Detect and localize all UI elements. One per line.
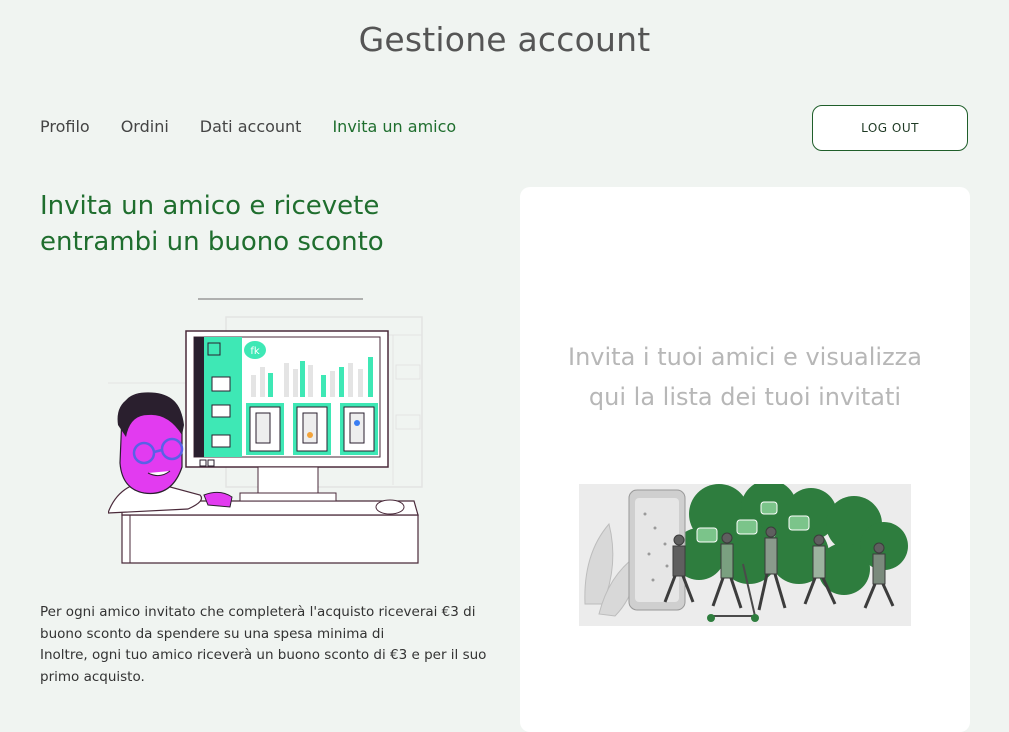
tab-profilo[interactable]: Profilo: [40, 117, 90, 136]
account-tabs: Profilo Ordini Dati account Invita un am…: [40, 117, 487, 136]
empty-state-line2: qui la lista dei tuoi invitati: [588, 383, 902, 411]
desc-line-1: Per ogni amico invitato che completerà l…: [40, 604, 476, 620]
invite-description: Per ogni amico invitato che completerà l…: [40, 602, 500, 688]
desc-line-3: Inoltre, ogni tuo amico riceverà un buon…: [40, 647, 487, 663]
desc-line-2: buono sconto da spendere su una spesa mi…: [40, 625, 385, 642]
screen-badge: fk: [250, 346, 260, 357]
invite-headline-line2: entrambi un buono sconto: [40, 227, 384, 257]
invite-headline: Invita un amico e ricevete entrambi un b…: [40, 188, 460, 260]
page-title: Gestione account: [358, 20, 651, 59]
friends-running-illustration: [579, 480, 911, 626]
desc-line-4: primo acquisto.: [40, 668, 145, 685]
logout-button[interactable]: LOG OUT: [812, 105, 968, 151]
tab-invita-un-amico[interactable]: Invita un amico: [332, 117, 456, 136]
invite-headline-line1: Invita un amico e ricevete: [40, 191, 380, 221]
tab-ordini[interactable]: Ordini: [121, 117, 169, 136]
person-at-computer-illustration: fk: [107, 295, 424, 565]
empty-state-line1: Invita i tuoi amici e visualizza: [568, 343, 922, 371]
empty-state-text: Invita i tuoi amici e visualizza qui la …: [520, 337, 970, 417]
tab-dati-account[interactable]: Dati account: [200, 117, 302, 136]
invited-friends-panel: Invita i tuoi amici e visualizza qui la …: [520, 187, 970, 732]
